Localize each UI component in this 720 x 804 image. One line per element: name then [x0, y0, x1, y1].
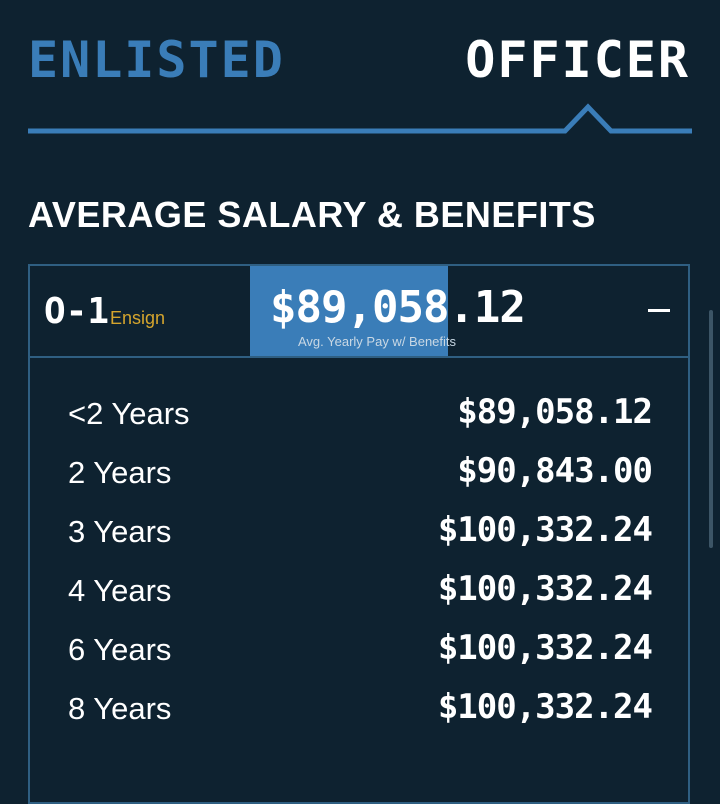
pay-amount: $89,058.12: [457, 392, 653, 432]
pay-row: 2 Years $90,843.00: [30, 445, 688, 504]
pay-amount: $100,332.24: [437, 628, 653, 668]
section-title: AVERAGE SALARY & BENEFITS: [28, 194, 596, 235]
branch-tabs: ENLISTED OFFICER: [0, 0, 720, 140]
years-label: 3 Years: [68, 514, 172, 549]
tab-enlisted[interactable]: ENLISTED: [28, 30, 285, 90]
avg-pay-amount: $89,058.12: [270, 282, 526, 333]
minus-icon[interactable]: [648, 290, 674, 330]
rank-code: O-1: [44, 291, 110, 332]
pay-amount: $100,332.24: [437, 510, 653, 550]
years-label: 2 Years: [68, 455, 172, 490]
years-label: 4 Years: [68, 573, 172, 608]
pay-row: 8 Years $100,332.24: [30, 681, 688, 740]
pay-row: 6 Years $100,332.24: [30, 622, 688, 681]
pay-amount: $100,332.24: [437, 687, 653, 727]
rank-card: O-1 Ensign $89,058.12 Avg. Yearly Pay w/…: [28, 264, 690, 804]
years-label: 6 Years: [68, 632, 172, 667]
pay-table: <2 Years $89,058.12 2 Years $90,843.00 3…: [30, 386, 688, 740]
pay-row: 3 Years $100,332.24: [30, 504, 688, 563]
pay-row: <2 Years $89,058.12: [30, 386, 688, 445]
pay-row: 4 Years $100,332.24: [30, 563, 688, 622]
tab-officer[interactable]: OFFICER: [465, 30, 690, 90]
pay-amount: $90,843.00: [457, 451, 653, 491]
rank-title: Ensign: [110, 308, 166, 328]
pay-amount: $100,332.24: [437, 569, 653, 609]
years-label: <2 Years: [68, 396, 190, 431]
rank-header[interactable]: O-1 Ensign $89,058.12 Avg. Yearly Pay w/…: [30, 266, 688, 358]
avg-pay-caption: Avg. Yearly Pay w/ Benefits: [298, 334, 457, 349]
active-tab-indicator: [28, 103, 692, 134]
scrollbar[interactable]: [709, 310, 713, 548]
years-label: 8 Years: [68, 691, 172, 726]
